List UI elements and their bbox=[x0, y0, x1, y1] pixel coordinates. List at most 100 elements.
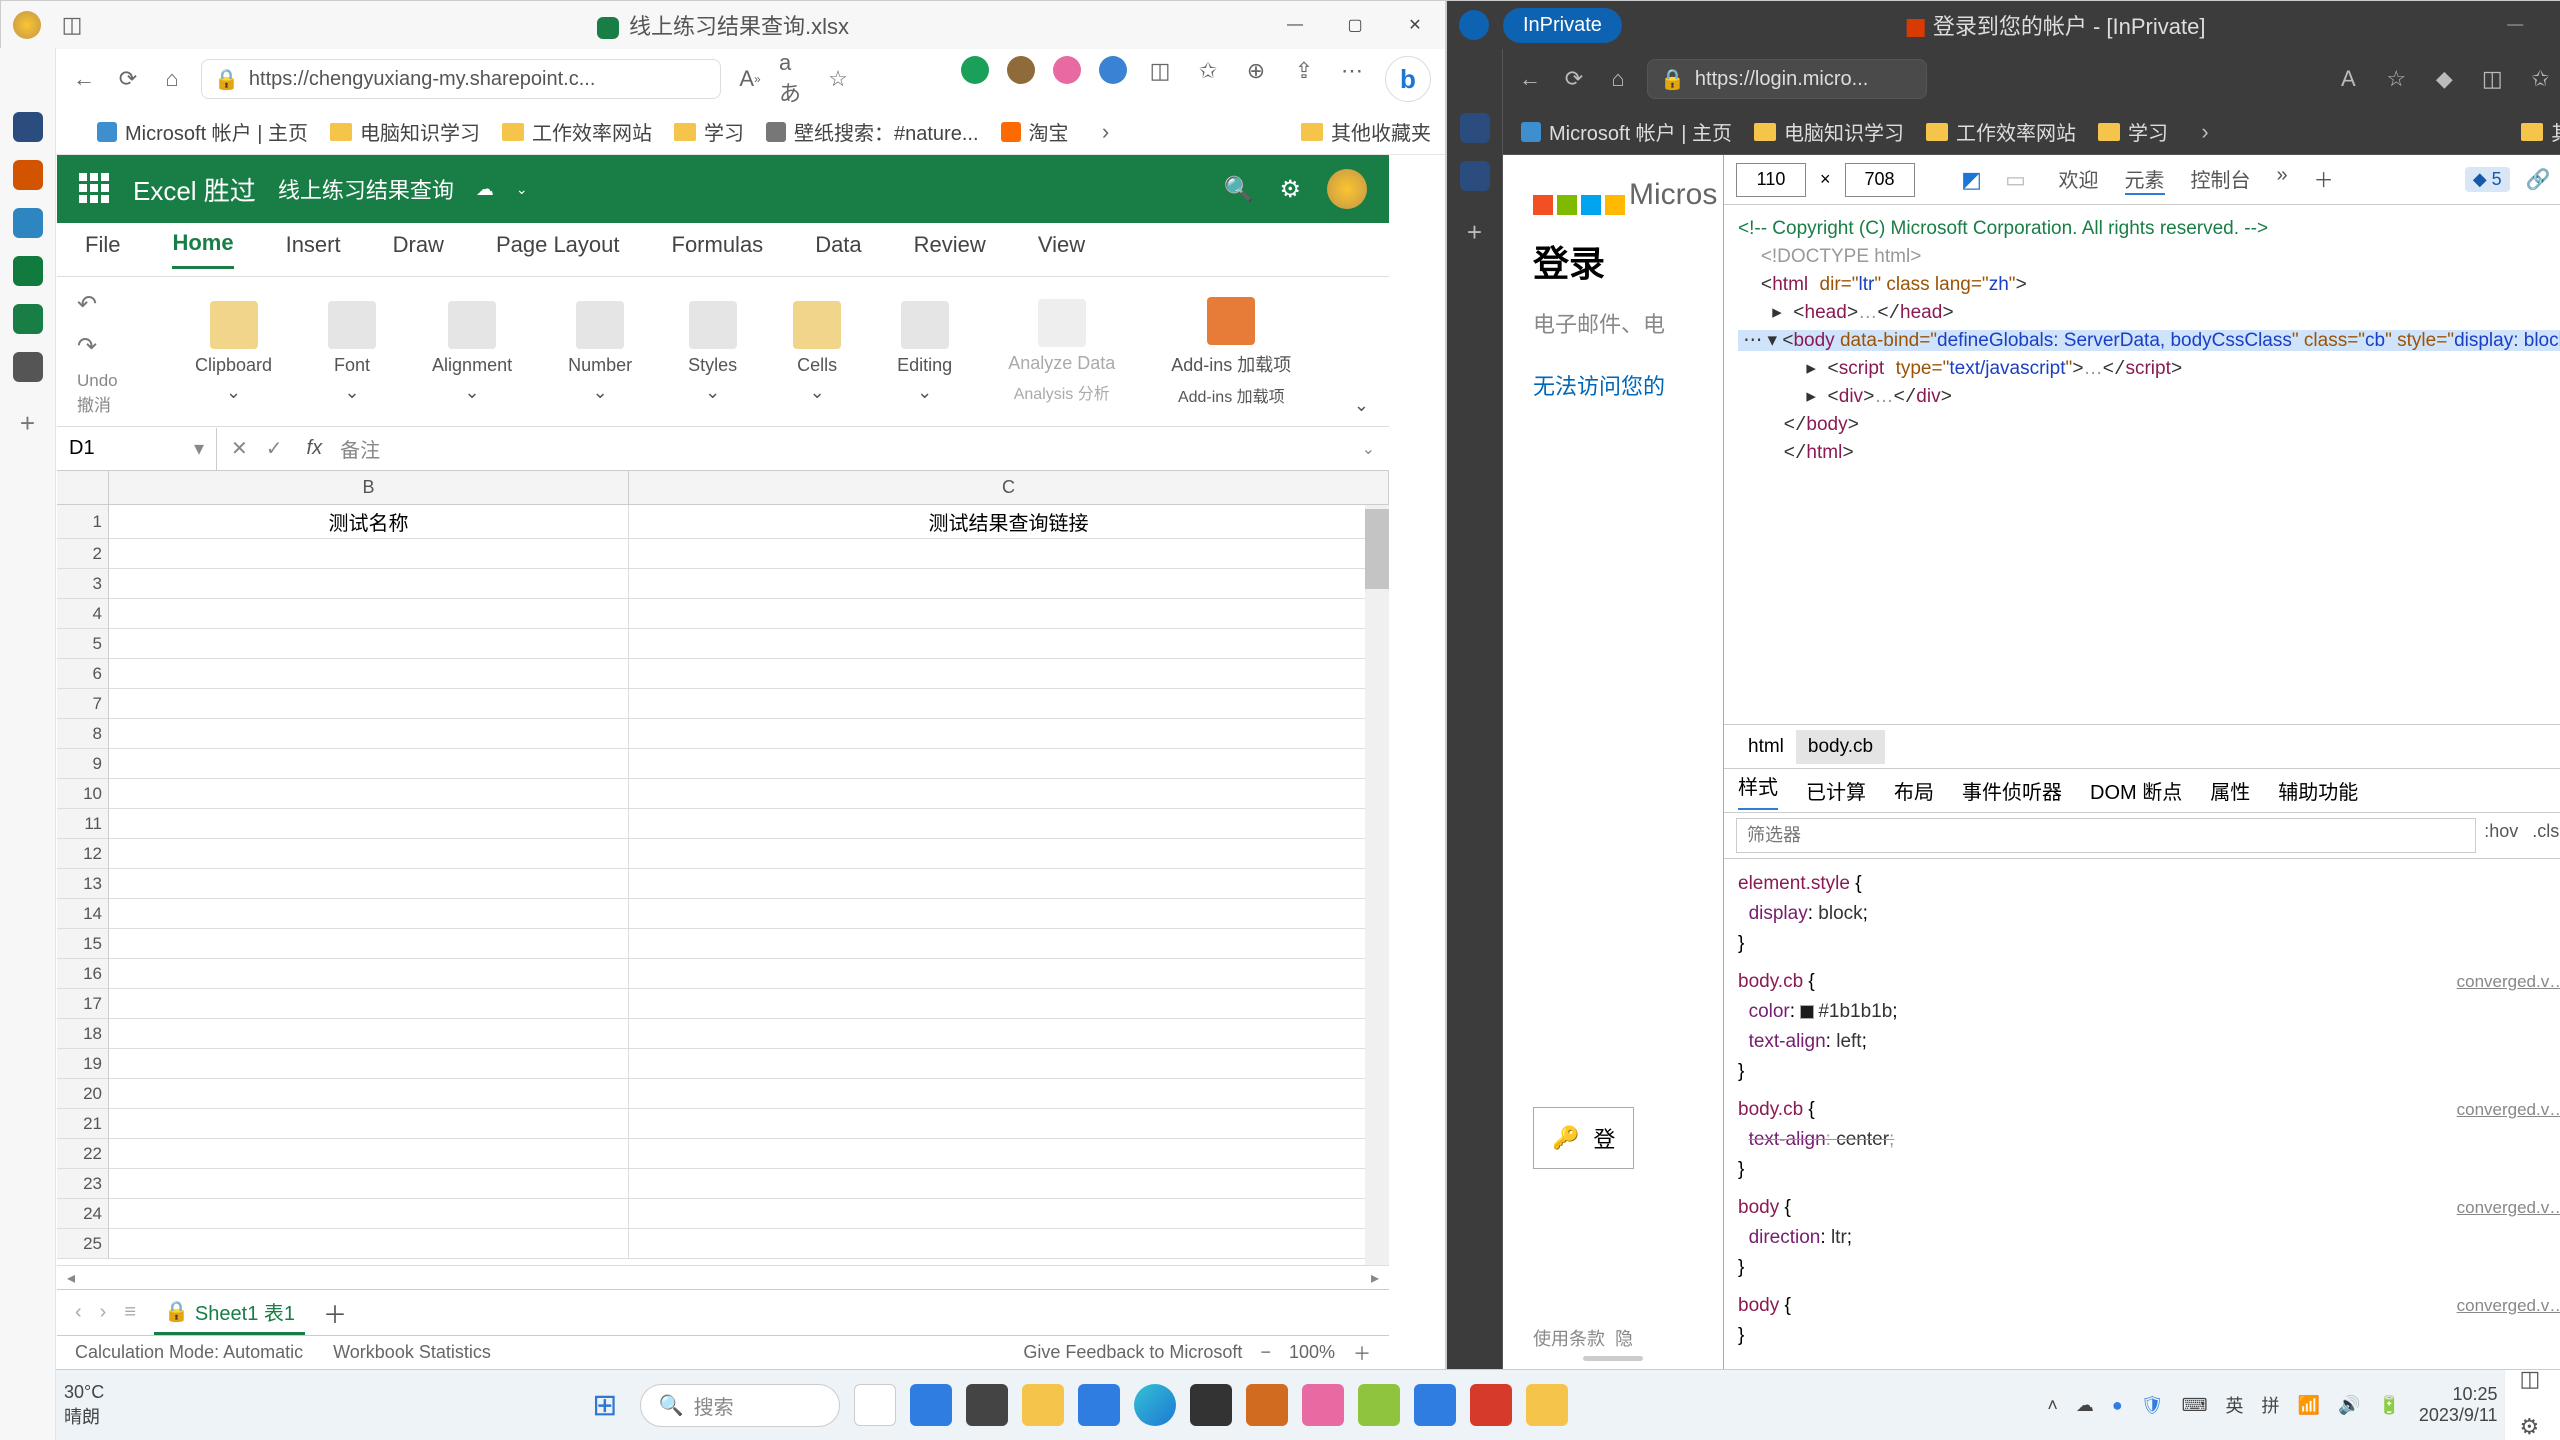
ext-icon[interactable] bbox=[961, 56, 989, 84]
cell[interactable] bbox=[109, 839, 629, 869]
alignment-icon[interactable] bbox=[448, 301, 496, 349]
cell[interactable] bbox=[109, 1049, 629, 1079]
cell[interactable] bbox=[629, 719, 1389, 749]
column-header-c[interactable]: C bbox=[629, 471, 1389, 505]
weather-widget[interactable]: 30°C 晴朗 bbox=[64, 1382, 104, 1429]
addins-icon[interactable] bbox=[1207, 297, 1255, 345]
editing-icon[interactable] bbox=[901, 301, 949, 349]
add-tab-button[interactable]: + bbox=[20, 408, 35, 439]
number-icon[interactable] bbox=[576, 301, 624, 349]
row-header[interactable]: 22 bbox=[57, 1139, 109, 1169]
dt-tab-welcome[interactable]: 欢迎 bbox=[2059, 164, 2099, 195]
tray-chevron-icon[interactable]: ˄ bbox=[2047, 1395, 2058, 1416]
vertical-tab-icon[interactable] bbox=[13, 304, 43, 334]
device-icon[interactable]: ▭ bbox=[2001, 165, 2031, 195]
clipboard-icon[interactable] bbox=[210, 301, 258, 349]
reader-icon[interactable]: A bbox=[2333, 64, 2363, 94]
redo-button[interactable]: ↷ bbox=[77, 329, 97, 365]
column-header-b[interactable]: B bbox=[109, 471, 629, 505]
chevron-down-icon[interactable]: ⌄ bbox=[917, 382, 932, 403]
row-header[interactable]: 4 bbox=[57, 599, 109, 629]
tab-home[interactable]: Home bbox=[172, 230, 233, 269]
vertical-tab-icon[interactable] bbox=[1460, 161, 1490, 191]
maximize-button[interactable]: ▢ bbox=[1325, 1, 1385, 49]
row-header[interactable]: 7 bbox=[57, 689, 109, 719]
chevron-down-icon[interactable]: ⌄ bbox=[345, 382, 360, 403]
workspace-icon[interactable]: ◫ bbox=[57, 10, 87, 40]
row-header[interactable]: 23 bbox=[57, 1169, 109, 1199]
confirm-edit-icon[interactable]: ✓ bbox=[266, 436, 283, 461]
tb-app-icon[interactable] bbox=[966, 1384, 1008, 1426]
vertical-tab-icon[interactable] bbox=[13, 208, 43, 238]
tb-explorer-icon[interactable] bbox=[1022, 1384, 1064, 1426]
dom-tree[interactable]: <!-- Copyright (C) Microsoft Corporation… bbox=[1724, 205, 2560, 725]
tab-file[interactable]: File bbox=[85, 232, 120, 268]
row-header[interactable]: 6 bbox=[57, 659, 109, 689]
row-header[interactable]: 20 bbox=[57, 1079, 109, 1109]
cell[interactable] bbox=[629, 749, 1389, 779]
share-icon[interactable]: ⇪ bbox=[1289, 56, 1319, 86]
row-header[interactable]: 5 bbox=[57, 629, 109, 659]
cell[interactable] bbox=[109, 929, 629, 959]
tb-app-icon[interactable] bbox=[1470, 1384, 1512, 1426]
document-name[interactable]: 线上练习结果查询 bbox=[278, 173, 454, 205]
ext-icon[interactable] bbox=[1053, 56, 1081, 84]
tab-insert[interactable]: Insert bbox=[286, 232, 341, 268]
tray-onedrive-icon[interactable]: ☁ bbox=[2076, 1395, 2094, 1416]
signin-options-button[interactable]: 🔑登 bbox=[1533, 1107, 1634, 1169]
row-header[interactable]: 17 bbox=[57, 989, 109, 1019]
row-header[interactable]: 24 bbox=[57, 1199, 109, 1229]
tray-defender-icon[interactable]: 🛡 bbox=[2141, 1395, 2164, 1416]
collections-icon[interactable]: ⊕ bbox=[1241, 56, 1271, 86]
resize-handle[interactable] bbox=[1583, 1356, 1643, 1361]
workbook-stats[interactable]: Workbook Statistics bbox=[333, 1342, 491, 1363]
cell[interactable] bbox=[629, 629, 1389, 659]
dt-add-tab-icon[interactable]: ＋ bbox=[2314, 164, 2334, 195]
bing-chat-icon[interactable]: b bbox=[1385, 56, 1431, 102]
tray-sync-icon[interactable]: ● bbox=[2112, 1395, 2123, 1416]
row-header[interactable]: 13 bbox=[57, 869, 109, 899]
cell[interactable] bbox=[109, 809, 629, 839]
tb-edge-icon[interactable] bbox=[1134, 1384, 1176, 1426]
profile-avatar-icon[interactable] bbox=[13, 11, 41, 39]
tb-app-icon[interactable] bbox=[910, 1384, 952, 1426]
viewport-width-input[interactable] bbox=[1736, 163, 1806, 197]
cell[interactable] bbox=[629, 1109, 1389, 1139]
analyze-icon[interactable] bbox=[1038, 299, 1086, 347]
taskbar-search[interactable]: 🔍搜索 bbox=[640, 1384, 840, 1427]
formula-expand-icon[interactable]: ⌄ bbox=[1348, 439, 1389, 459]
sheet-prev-icon[interactable]: ‹ bbox=[75, 1301, 82, 1324]
cell[interactable] bbox=[109, 1139, 629, 1169]
favorite-star-icon[interactable]: ☆ bbox=[823, 64, 853, 94]
undo-button[interactable]: ↶ bbox=[77, 287, 97, 323]
favorite-star-icon[interactable]: ☆ bbox=[2381, 64, 2411, 94]
fav-item[interactable]: 工作效率网站 bbox=[502, 117, 652, 146]
tab-view[interactable]: View bbox=[1038, 232, 1085, 268]
reader-icon[interactable]: A» bbox=[735, 64, 765, 94]
fav-item[interactable]: 电脑知识学习 bbox=[1754, 117, 1904, 146]
row-header[interactable]: 1 bbox=[57, 505, 109, 539]
panel-dom-breakpoints[interactable]: DOM 断点 bbox=[2090, 776, 2182, 805]
back-button[interactable]: ← bbox=[69, 64, 99, 94]
cell[interactable] bbox=[109, 689, 629, 719]
start-button[interactable]: ⊞ bbox=[584, 1384, 626, 1426]
translate-icon[interactable]: aあ bbox=[779, 64, 809, 94]
minimize-button[interactable]: — bbox=[2485, 1, 2545, 49]
ext-icon[interactable] bbox=[1007, 56, 1035, 84]
fav-item[interactable]: 学习 bbox=[674, 117, 744, 146]
minimize-button[interactable]: — bbox=[1265, 1, 1325, 49]
fav-item[interactable]: 学习 bbox=[2098, 117, 2168, 146]
cell[interactable] bbox=[629, 689, 1389, 719]
app-launcher-icon[interactable] bbox=[79, 173, 111, 205]
cell[interactable] bbox=[109, 959, 629, 989]
user-avatar[interactable] bbox=[1327, 169, 1367, 209]
cell[interactable] bbox=[629, 1169, 1389, 1199]
fav-item[interactable]: 淘宝 bbox=[1001, 117, 1069, 146]
cell-b1[interactable]: 测试名称 bbox=[109, 505, 629, 539]
fav-item[interactable]: 电脑知识学习 bbox=[330, 117, 480, 146]
ribbon-collapse-icon[interactable]: ⌄ bbox=[1334, 277, 1389, 426]
tab-review[interactable]: Review bbox=[914, 232, 986, 268]
cell[interactable] bbox=[109, 659, 629, 689]
refresh-button[interactable]: ⟳ bbox=[113, 64, 143, 94]
back-button[interactable]: ← bbox=[1515, 64, 1545, 94]
